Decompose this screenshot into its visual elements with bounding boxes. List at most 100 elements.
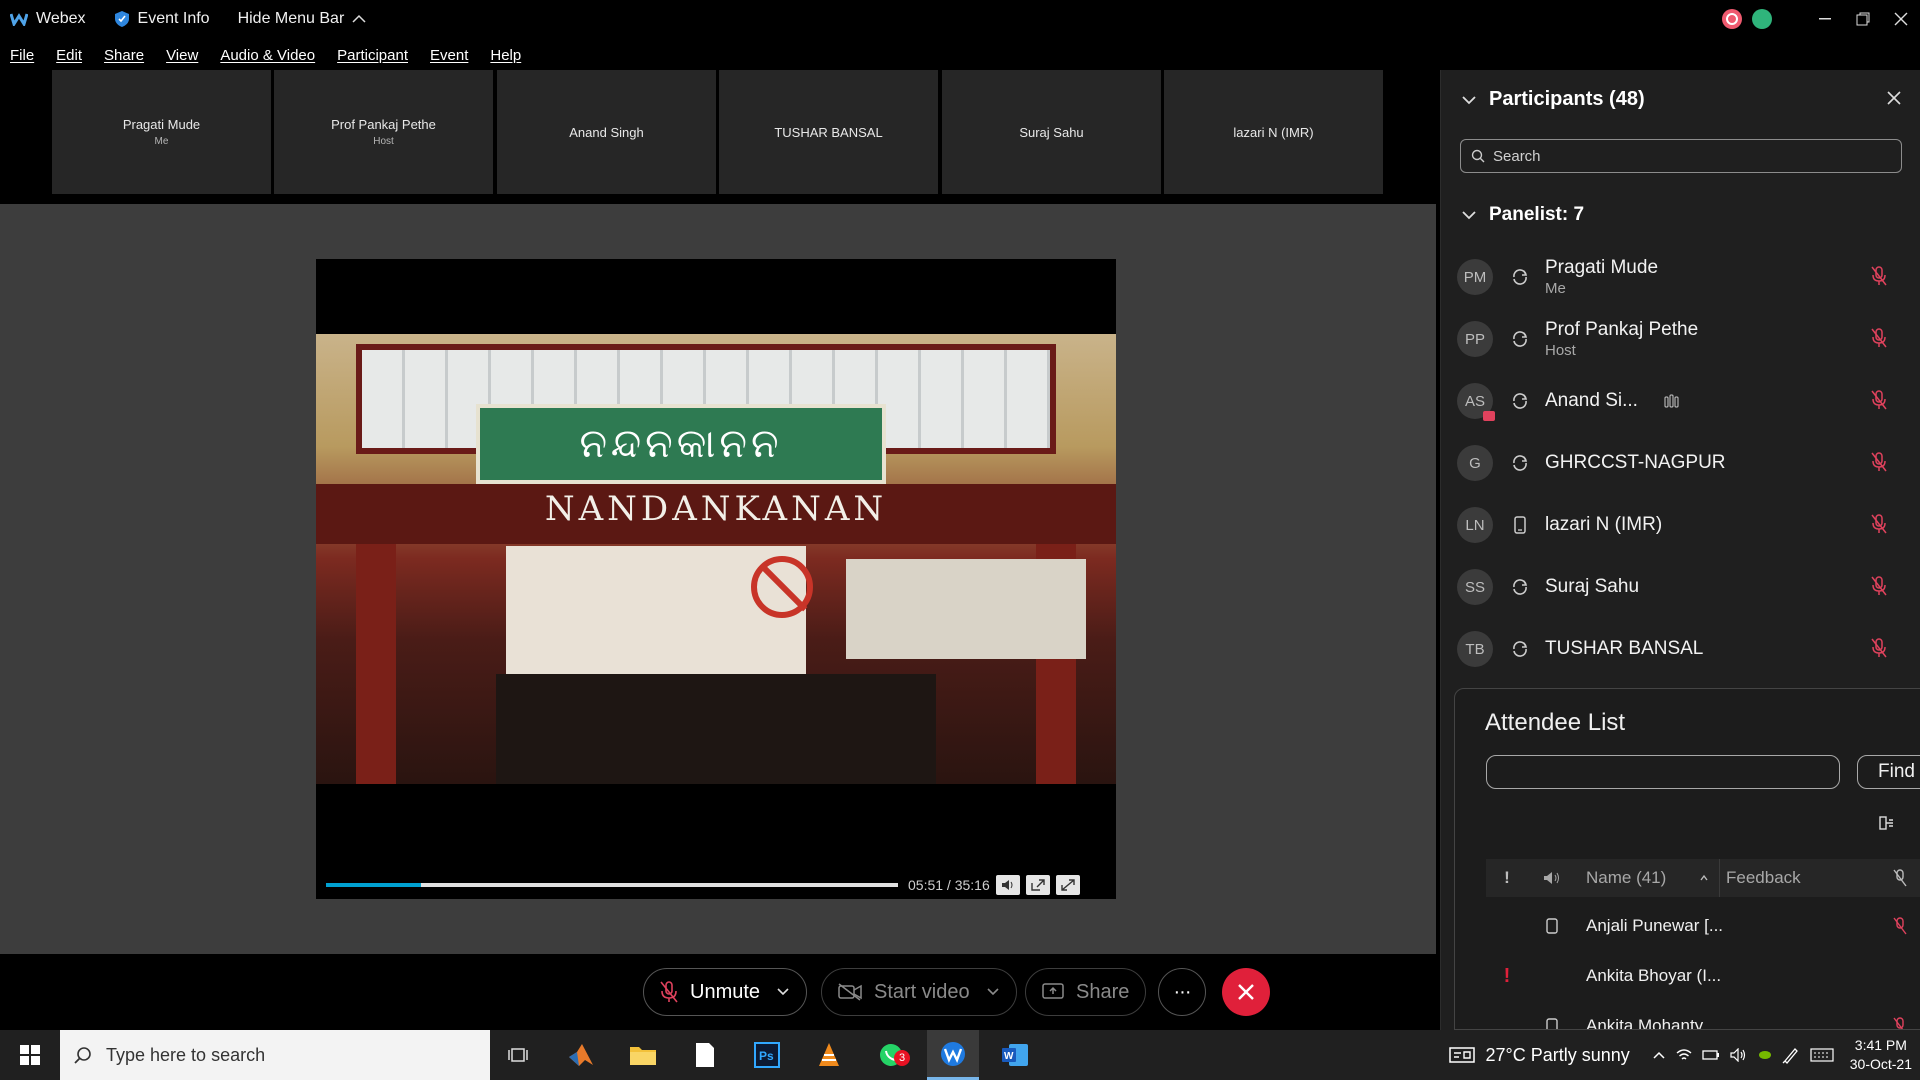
- alert-column-header[interactable]: !: [1486, 868, 1528, 888]
- mic-muted-icon[interactable]: [1893, 869, 1907, 887]
- show-hidden-icons-button[interactable]: [1652, 1050, 1666, 1060]
- keyboard-icon: [1810, 1048, 1834, 1062]
- unmute-button[interactable]: Unmute: [643, 968, 808, 1016]
- mic-muted-icon[interactable]: [1871, 266, 1887, 286]
- event-info-label: Event Info: [137, 10, 210, 27]
- participant-row[interactable]: PM Pragati Mude Me: [1457, 248, 1905, 306]
- volume-tray[interactable]: [1730, 1048, 1748, 1062]
- word-app[interactable]: W: [989, 1030, 1041, 1080]
- attendee-row[interactable]: Anjali Punewar [...: [1486, 901, 1920, 951]
- taskbar-clock[interactable]: 3:41 PM 30-Oct-21: [1850, 1036, 1912, 1074]
- video-tile[interactable]: TUSHAR BANSAL: [719, 70, 938, 194]
- panelist-section-header[interactable]: Panelist: 7: [1461, 204, 1584, 226]
- menu-share[interactable]: Share: [104, 47, 144, 64]
- menu-audio-video[interactable]: Audio & Video: [220, 47, 315, 64]
- participants-header[interactable]: Participants (48): [1461, 88, 1645, 111]
- matlab-app[interactable]: [555, 1030, 607, 1080]
- weather-widget[interactable]: 27°C Partly sunny: [1449, 1045, 1630, 1066]
- mic-muted-icon[interactable]: [1871, 638, 1887, 658]
- volume-button[interactable]: [996, 875, 1020, 895]
- menu-file[interactable]: File: [10, 47, 34, 64]
- mic-muted-icon[interactable]: [1871, 514, 1887, 534]
- minimize-button[interactable]: [1806, 0, 1844, 38]
- mic-muted-icon[interactable]: [1871, 576, 1887, 596]
- participant-row[interactable]: G GHRCCST-NAGPUR: [1457, 434, 1905, 492]
- sync-audio-icon: [1513, 641, 1528, 657]
- nvidia-tray[interactable]: [1758, 1050, 1772, 1060]
- webex-app[interactable]: [927, 1030, 979, 1080]
- sync-audio-icon: [1513, 269, 1528, 285]
- pen-tray[interactable]: [1782, 1046, 1800, 1064]
- chevron-up-icon: [1653, 1051, 1665, 1059]
- sort-icon[interactable]: [1879, 815, 1895, 831]
- menu-participant[interactable]: Participant: [337, 47, 408, 64]
- video-tile[interactable]: Pragati Mude Me: [52, 70, 271, 194]
- recording-icon[interactable]: [1722, 9, 1742, 29]
- attendee-row[interactable]: ! Ankita Bhoyar (I...: [1486, 951, 1920, 1001]
- participant-row[interactable]: PP Prof Pankaj Pethe Host: [1457, 310, 1905, 368]
- participant-row[interactable]: TB TUSHAR BANSAL: [1457, 620, 1905, 678]
- share-label: Share: [1076, 980, 1130, 1003]
- more-options-button[interactable]: ···: [1158, 968, 1206, 1016]
- vlc-icon: [819, 1043, 839, 1066]
- seek-bar[interactable]: [326, 883, 898, 887]
- restore-button[interactable]: [1844, 0, 1882, 38]
- event-info-button[interactable]: Event Info: [114, 10, 210, 28]
- svg-text:Ps: Ps: [759, 1049, 774, 1063]
- menu-view[interactable]: View: [166, 47, 198, 64]
- name-column-header[interactable]: Name (41): [1576, 859, 1720, 897]
- start-video-button[interactable]: Start video: [821, 968, 1017, 1016]
- attendee-search-input[interactable]: [1486, 755, 1840, 789]
- fullscreen-button[interactable]: [1056, 875, 1080, 895]
- mic-muted-icon: [660, 981, 678, 1003]
- wifi-tray[interactable]: [1676, 1048, 1692, 1062]
- meeting-stats-icon[interactable]: [1752, 9, 1772, 29]
- avatar: TB: [1457, 631, 1493, 667]
- mic-muted-icon[interactable]: [1871, 390, 1887, 410]
- mic-muted-icon[interactable]: [1871, 328, 1887, 348]
- participant-search-input[interactable]: Search: [1460, 139, 1902, 173]
- close-window-button[interactable]: [1882, 0, 1920, 38]
- taskbar-search-input[interactable]: Type here to search: [60, 1030, 490, 1080]
- video-tile[interactable]: Suraj Sahu: [942, 70, 1161, 194]
- speaker-icon[interactable]: [1543, 871, 1561, 885]
- video-tile[interactable]: lazari N (IMR): [1164, 70, 1383, 194]
- mic-muted-icon[interactable]: [1893, 1017, 1907, 1030]
- vlc-app[interactable]: [803, 1030, 855, 1080]
- find-button[interactable]: Find: [1857, 755, 1920, 789]
- video-player[interactable]: ନନ୍ଦନକାନନ NANDANKANAN 05:51 / 35:16: [316, 259, 1116, 899]
- mic-muted-icon[interactable]: [1893, 917, 1907, 935]
- shield-icon: [114, 11, 129, 27]
- participant-row[interactable]: LN lazari N (IMR): [1457, 496, 1905, 554]
- video-tile[interactable]: Anand Singh: [497, 70, 716, 194]
- webex-icon: [941, 1041, 965, 1066]
- notice-board: [846, 559, 1086, 659]
- close-icon[interactable]: [1886, 90, 1902, 106]
- mic-muted-icon[interactable]: [1871, 452, 1887, 472]
- feedback-column-header[interactable]: Feedback: [1720, 868, 1880, 888]
- task-view-button[interactable]: [492, 1030, 544, 1080]
- tile-name: lazari N (IMR): [1233, 124, 1314, 140]
- leave-meeting-button[interactable]: [1222, 968, 1270, 1016]
- file-explorer-app[interactable]: [617, 1030, 669, 1080]
- share-button[interactable]: Share: [1025, 968, 1147, 1016]
- attendee-list-title: Attendee List: [1485, 709, 1626, 736]
- popout-button[interactable]: [1026, 875, 1050, 895]
- hide-menu-bar-button[interactable]: Hide Menu Bar: [238, 10, 367, 28]
- chevron-down-icon[interactable]: [986, 987, 1000, 997]
- participant-name: GHRCCST-NAGPUR: [1545, 452, 1726, 473]
- avatar: PM: [1457, 259, 1493, 295]
- photoshop-app[interactable]: Ps: [741, 1030, 793, 1080]
- notepad-app[interactable]: [679, 1030, 731, 1080]
- video-tile[interactable]: Prof Pankaj Pethe Host: [274, 70, 493, 194]
- participant-row[interactable]: SS Suraj Sahu: [1457, 558, 1905, 616]
- battery-tray[interactable]: [1702, 1049, 1720, 1061]
- menu-event[interactable]: Event: [430, 47, 468, 64]
- menu-edit[interactable]: Edit: [56, 47, 82, 64]
- attendee-row[interactable]: Ankita Mohanty: [1486, 1001, 1920, 1030]
- keyboard-tray[interactable]: [1810, 1048, 1834, 1062]
- start-button[interactable]: [0, 1030, 60, 1080]
- menu-help[interactable]: Help: [490, 47, 521, 64]
- participant-row[interactable]: AS Anand Si...: [1457, 372, 1905, 430]
- chevron-down-icon[interactable]: [776, 987, 790, 997]
